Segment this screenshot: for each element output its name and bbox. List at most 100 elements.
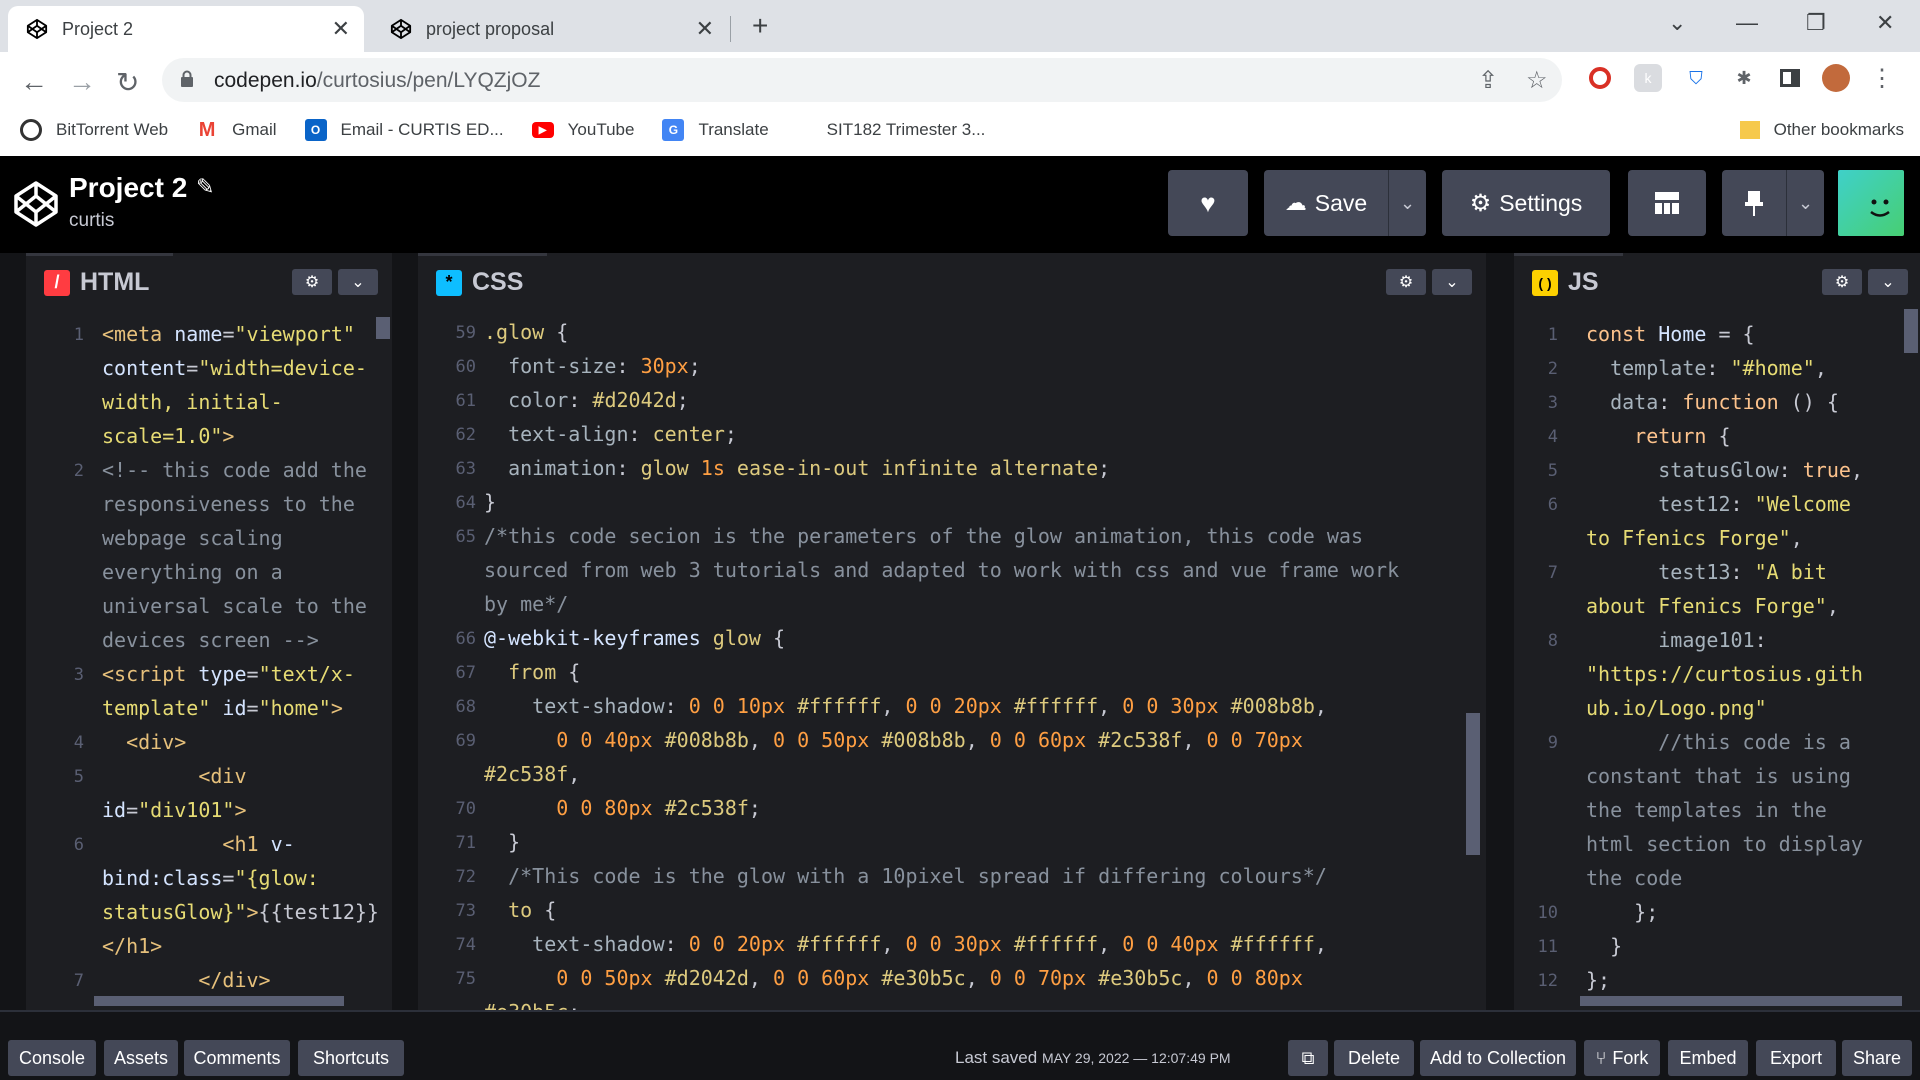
code-line[interactable]: //this code is a	[1586, 725, 1910, 759]
css-code-editor[interactable]: 59 60 61 62 63 64 65 66 67 68 69 70 71 72 73 74 75 .glow…	[418, 309, 1486, 1010]
bookmark-youtube[interactable]: ▶ YouTube	[531, 120, 634, 140]
bookmark-translate[interactable]: G Translate	[662, 119, 769, 141]
love-button[interactable]: ♥	[1168, 170, 1248, 236]
code-line[interactable]: the templates in the	[1586, 793, 1910, 827]
share-button[interactable]: Share	[1842, 1040, 1912, 1076]
code-line[interactable]: devices screen -->	[102, 623, 382, 657]
code-line[interactable]: <div>	[102, 725, 382, 759]
code-line[interactable]: color: #d2042d;	[484, 383, 1476, 417]
code-line[interactable]: font-size: 30px;	[484, 349, 1476, 383]
settings-button[interactable]: ⚙ Settings	[1442, 170, 1610, 236]
code-line[interactable]: bind:class="{glow:	[102, 861, 382, 895]
code-line[interactable]: #e30b5c;	[484, 995, 1476, 1010]
code-line[interactable]: constant that is using	[1586, 759, 1910, 793]
code-line[interactable]: test12: "Welcome	[1586, 487, 1910, 521]
delete-button[interactable]: Delete	[1334, 1040, 1414, 1076]
window-close-button[interactable]: ✕	[1876, 10, 1894, 36]
pin-button[interactable]: ⌄	[1722, 170, 1824, 236]
code-line[interactable]: };	[1586, 895, 1910, 929]
html-collapse-chevron-icon[interactable]: ⌄	[338, 269, 378, 295]
code-line[interactable]: scale=1.0">	[102, 419, 382, 453]
html-tab[interactable]: / HTML	[26, 253, 174, 309]
js-horizontal-scrollbar[interactable]	[1580, 996, 1902, 1006]
code-line[interactable]: from {	[484, 655, 1476, 689]
js-vertical-scrollbar[interactable]	[1904, 309, 1918, 353]
minimize-button[interactable]: —	[1736, 10, 1758, 36]
code-line[interactable]: universal scale to the	[102, 589, 382, 623]
code-line[interactable]: to {	[484, 893, 1476, 927]
bookmark-sit182[interactable]: SIT182 Trimester 3...	[827, 120, 986, 140]
assets-button[interactable]: Assets	[104, 1040, 178, 1076]
code-line[interactable]: };	[1586, 963, 1910, 997]
code-line[interactable]: by me*/	[484, 587, 1476, 621]
code-line[interactable]: about Ffenics Forge",	[1586, 589, 1910, 623]
html-settings-gear-icon[interactable]: ⚙	[292, 269, 332, 295]
code-line[interactable]: <!-- this code add the	[102, 453, 382, 487]
js-code-editor[interactable]: 1 2 3 4 5 6 7 8 9 10 11 12 const Home = { template:…	[1514, 309, 1920, 1010]
code-line[interactable]: statusGlow: true,	[1586, 453, 1910, 487]
layout-button[interactable]	[1628, 170, 1706, 236]
project-title[interactable]: Project 2	[69, 172, 187, 204]
css-tab[interactable]: * CSS	[418, 253, 548, 309]
address-bar[interactable]: codepen.io/curtosius/pen/LYQZjOZ ⇪ ☆	[162, 58, 1562, 102]
puzzle-extensions-icon[interactable]: ✱	[1730, 64, 1758, 92]
code-line[interactable]: animation: glow 1s ease-in-out infinite …	[484, 451, 1476, 485]
code-line[interactable]: <meta name="viewport"	[102, 317, 382, 351]
code-line[interactable]: sourced from web 3 tutorials and adapted…	[484, 553, 1476, 587]
code-line[interactable]: <h1 v-	[102, 827, 382, 861]
code-line[interactable]: responsiveness to the	[102, 487, 382, 521]
close-tab-icon[interactable]: ✕	[696, 16, 714, 42]
html-code-content[interactable]: <meta name="viewport" content="width=devi…	[102, 317, 382, 997]
code-line[interactable]: text-shadow: 0 0 10px #ffffff, 0 0 20px …	[484, 689, 1476, 723]
extension-red-icon[interactable]	[1586, 64, 1614, 92]
reload-icon[interactable]: ↻	[116, 66, 139, 99]
code-line[interactable]: 0 0 50px #d2042d, 0 0 60px #e30b5c, 0 0 …	[484, 961, 1476, 995]
tab-project-2[interactable]: Project 2 ✕	[8, 6, 364, 52]
code-line[interactable]: const Home = {	[1586, 317, 1910, 351]
code-line[interactable]: image101:	[1586, 623, 1910, 657]
bookmark-bittorrent[interactable]: BitTorrent Web	[20, 119, 168, 141]
code-line[interactable]: /*This code is the glow with a 10pixel s…	[484, 859, 1476, 893]
code-line[interactable]: id="div101">	[102, 793, 382, 827]
code-line[interactable]: }	[1586, 929, 1910, 963]
open-external-icon[interactable]: ⧉	[1288, 1040, 1328, 1076]
bookmark-gmail[interactable]: M Gmail	[196, 119, 277, 141]
add-to-collection-button[interactable]: Add to Collection	[1420, 1040, 1576, 1076]
code-line[interactable]: template" id="home">	[102, 691, 382, 725]
browser-menu-icon[interactable]: ⋮	[1868, 64, 1896, 92]
editor-resize-handle[interactable]	[1486, 253, 1514, 1010]
js-collapse-chevron-icon[interactable]: ⌄	[1868, 269, 1908, 295]
pencil-edit-icon[interactable]: ✎	[196, 174, 214, 200]
code-line[interactable]: template: "#home",	[1586, 351, 1910, 385]
restore-button[interactable]: ❐	[1806, 10, 1826, 36]
side-panel-icon[interactable]	[1776, 64, 1804, 92]
code-line[interactable]: /*this code secion is the perameters of …	[484, 519, 1476, 553]
code-line[interactable]: data: function () {	[1586, 385, 1910, 419]
project-owner[interactable]: curtis	[69, 210, 114, 232]
html-horizontal-scrollbar[interactable]	[94, 996, 344, 1006]
bookmark-star-icon[interactable]: ☆	[1526, 66, 1548, 95]
code-line[interactable]: .glow {	[484, 315, 1476, 349]
code-line[interactable]: test13: "A bit	[1586, 555, 1910, 589]
editor-resize-handle[interactable]	[392, 253, 418, 1010]
save-button[interactable]: ☁ Save ⌄	[1264, 170, 1426, 236]
profile-avatar[interactable]	[1822, 64, 1850, 92]
code-line[interactable]: 0 0 40px #008b8b, 0 0 50px #008b8b, 0 0 …	[484, 723, 1476, 757]
pin-dropdown-chevron-icon[interactable]: ⌄	[1786, 170, 1824, 236]
save-dropdown-chevron-icon[interactable]: ⌄	[1388, 170, 1426, 236]
code-line[interactable]: the code	[1586, 861, 1910, 895]
html-code-editor[interactable]: 1 2 3 4 5 6 7 <meta name="viewport" content="wi…	[26, 309, 392, 1010]
code-line[interactable]: #2c538f,	[484, 757, 1476, 791]
code-line[interactable]: content="width=device-	[102, 351, 382, 385]
css-vertical-scrollbar[interactable]	[1466, 713, 1480, 855]
code-line[interactable]: 0 0 80px #2c538f;	[484, 791, 1476, 825]
close-tab-icon[interactable]: ✕	[332, 16, 350, 42]
fork-button[interactable]: ⑂ Fork	[1584, 1040, 1660, 1076]
code-line[interactable]: width, initial-	[102, 385, 382, 419]
code-line[interactable]: to Ffenics Forge",	[1586, 521, 1910, 555]
comments-button[interactable]: Comments	[184, 1040, 290, 1076]
embed-button[interactable]: Embed	[1668, 1040, 1748, 1076]
new-tab-button[interactable]: +	[752, 10, 768, 42]
js-code-content[interactable]: const Home = { template: "#home", data: …	[1586, 317, 1910, 997]
css-settings-gear-icon[interactable]: ⚙	[1386, 269, 1426, 295]
